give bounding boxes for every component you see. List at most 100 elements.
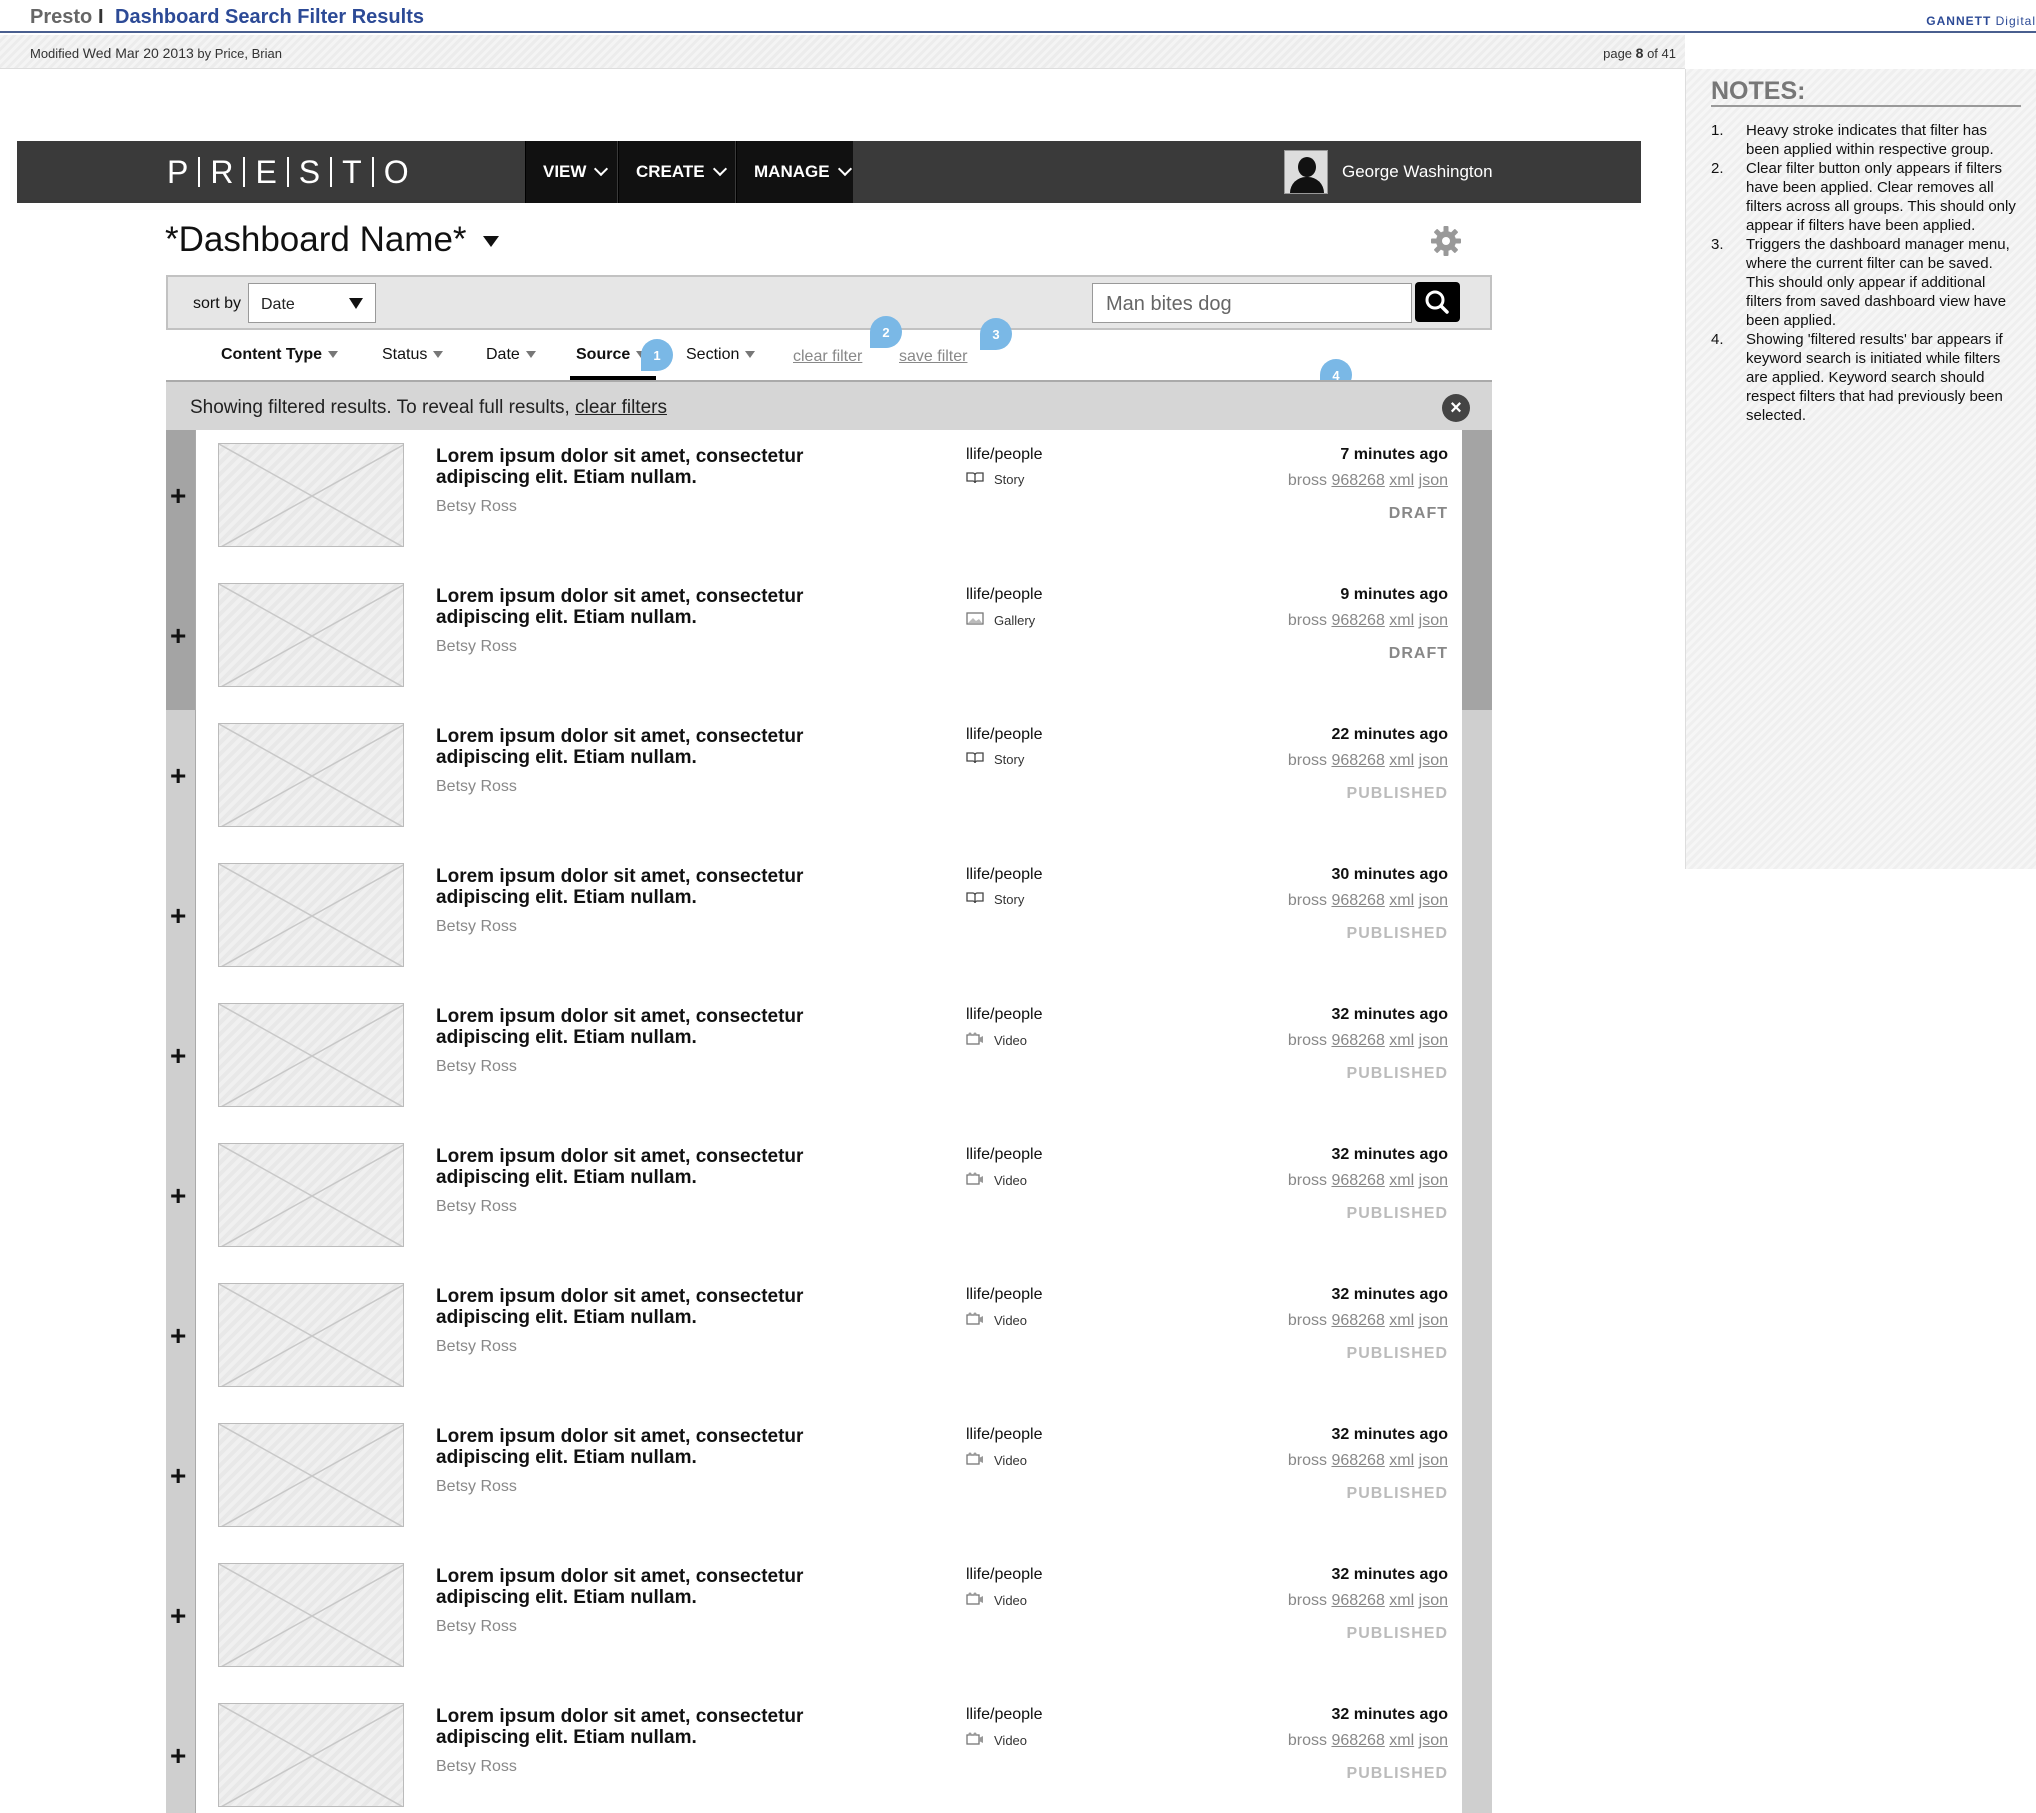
list-item[interactable]: + Lorem ipsum dolor sit amet, consectetu…: [166, 1690, 1492, 1813]
plus-icon[interactable]: +: [170, 1040, 186, 1072]
item-card[interactable]: Lorem ipsum dolor sit amet, consectetur …: [196, 1130, 1462, 1270]
json-link[interactable]: json: [1419, 472, 1448, 489]
item-id-link[interactable]: 968268: [1331, 1452, 1384, 1469]
plus-icon[interactable]: +: [170, 1460, 186, 1492]
row-handle[interactable]: +: [166, 1550, 196, 1690]
list-item[interactable]: + Lorem ipsum dolor sit amet, consectetu…: [166, 430, 1492, 570]
row-handle[interactable]: +: [166, 570, 196, 710]
dashboard-name-dropdown[interactable]: *Dashboard Name*: [165, 220, 499, 260]
sort-select[interactable]: Date: [248, 283, 376, 323]
plus-icon[interactable]: +: [170, 1180, 186, 1212]
item-card[interactable]: Lorem ipsum dolor sit amet, consectetur …: [196, 850, 1462, 990]
xml-link[interactable]: xml: [1389, 1452, 1414, 1469]
item-headline[interactable]: Lorem ipsum dolor sit amet, consectetur …: [436, 1006, 866, 1048]
item-headline[interactable]: Lorem ipsum dolor sit amet, consectetur …: [436, 446, 866, 488]
item-id-link[interactable]: 968268: [1331, 612, 1384, 629]
item-headline[interactable]: Lorem ipsum dolor sit amet, consectetur …: [436, 586, 866, 628]
item-card[interactable]: Lorem ipsum dolor sit amet, consectetur …: [196, 430, 1462, 570]
filter-date[interactable]: Date: [486, 346, 536, 364]
list-item[interactable]: + Lorem ipsum dolor sit amet, consectetu…: [166, 1270, 1492, 1410]
filter-source[interactable]: Source: [569, 346, 657, 380]
filter-content-type[interactable]: Content Type: [221, 346, 339, 364]
item-id-link[interactable]: 968268: [1331, 1172, 1384, 1189]
close-icon[interactable]: ×: [1442, 394, 1470, 422]
item-headline[interactable]: Lorem ipsum dolor sit amet, consectetur …: [436, 1426, 866, 1468]
list-item[interactable]: + Lorem ipsum dolor sit amet, consectetu…: [166, 570, 1492, 710]
xml-link[interactable]: xml: [1389, 472, 1414, 489]
json-link[interactable]: json: [1419, 752, 1448, 769]
item-id-link[interactable]: 968268: [1331, 472, 1384, 489]
filter-section[interactable]: Section: [686, 346, 756, 364]
item-id-link[interactable]: 968268: [1331, 752, 1384, 769]
json-link[interactable]: json: [1419, 1032, 1448, 1049]
item-card[interactable]: Lorem ipsum dolor sit amet, consectetur …: [196, 1270, 1462, 1410]
plus-icon[interactable]: +: [170, 620, 186, 652]
row-handle[interactable]: +: [166, 710, 196, 850]
item-headline[interactable]: Lorem ipsum dolor sit amet, consectetur …: [436, 1706, 866, 1748]
item-id-link[interactable]: 968268: [1331, 892, 1384, 909]
list-item[interactable]: + Lorem ipsum dolor sit amet, consectetu…: [166, 1410, 1492, 1550]
row-handle[interactable]: +: [166, 1270, 196, 1410]
plus-icon[interactable]: +: [170, 1600, 186, 1632]
item-card[interactable]: Lorem ipsum dolor sit amet, consectetur …: [196, 1410, 1462, 1550]
search-input[interactable]: Man bites dog: [1092, 283, 1412, 323]
list-item[interactable]: + Lorem ipsum dolor sit amet, consectetu…: [166, 1130, 1492, 1270]
xml-link[interactable]: xml: [1389, 1732, 1414, 1749]
item-card[interactable]: Lorem ipsum dolor sit amet, consectetur …: [196, 710, 1462, 850]
row-handle[interactable]: +: [166, 1410, 196, 1550]
item-headline[interactable]: Lorem ipsum dolor sit amet, consectetur …: [436, 726, 866, 768]
xml-link[interactable]: xml: [1389, 612, 1414, 629]
item-headline[interactable]: Lorem ipsum dolor sit amet, consectetur …: [436, 1286, 866, 1328]
json-link[interactable]: json: [1419, 1452, 1448, 1469]
xml-link[interactable]: xml: [1389, 752, 1414, 769]
json-link[interactable]: json: [1419, 1172, 1448, 1189]
row-handle[interactable]: +: [166, 850, 196, 990]
clear-filters-link[interactable]: clear filters: [575, 397, 667, 418]
item-id-link[interactable]: 968268: [1331, 1732, 1384, 1749]
xml-link[interactable]: xml: [1389, 1312, 1414, 1329]
xml-link[interactable]: xml: [1389, 1592, 1414, 1609]
item-headline[interactable]: Lorem ipsum dolor sit amet, consectetur …: [436, 1146, 866, 1188]
plus-icon[interactable]: +: [170, 480, 186, 512]
item-id-link[interactable]: 968268: [1331, 1592, 1384, 1609]
nav-view-menu[interactable]: VIEW: [525, 141, 617, 203]
row-handle[interactable]: +: [166, 1690, 196, 1813]
list-item[interactable]: + Lorem ipsum dolor sit amet, consectetu…: [166, 710, 1492, 850]
json-link[interactable]: json: [1419, 1312, 1448, 1329]
item-card[interactable]: Lorem ipsum dolor sit amet, consectetur …: [196, 1550, 1462, 1690]
item-headline[interactable]: Lorem ipsum dolor sit amet, consectetur …: [436, 866, 866, 908]
thumbnail-placeholder: [218, 443, 404, 547]
item-id-link[interactable]: 968268: [1331, 1312, 1384, 1329]
xml-link[interactable]: xml: [1389, 1172, 1414, 1189]
json-link[interactable]: json: [1419, 1732, 1448, 1749]
json-link[interactable]: json: [1419, 612, 1448, 629]
json-link[interactable]: json: [1419, 1592, 1448, 1609]
user-menu[interactable]: George Washington: [1284, 150, 1493, 194]
json-link[interactable]: json: [1419, 892, 1448, 909]
item-card[interactable]: Lorem ipsum dolor sit amet, consectetur …: [196, 570, 1462, 710]
row-handle[interactable]: +: [166, 990, 196, 1130]
xml-link[interactable]: xml: [1389, 892, 1414, 909]
nav-create-menu[interactable]: CREATE: [618, 141, 735, 203]
plus-icon[interactable]: +: [170, 760, 186, 792]
search-button[interactable]: [1415, 282, 1460, 322]
list-item[interactable]: + Lorem ipsum dolor sit amet, consectetu…: [166, 1550, 1492, 1690]
list-item[interactable]: + Lorem ipsum dolor sit amet, consectetu…: [166, 990, 1492, 1130]
plus-icon[interactable]: +: [170, 900, 186, 932]
clear-filter-link[interactable]: clear filter: [793, 348, 862, 366]
nav-manage-menu[interactable]: MANAGE: [736, 141, 853, 203]
filter-status[interactable]: Status: [382, 346, 444, 364]
item-id-link[interactable]: 968268: [1331, 1032, 1384, 1049]
item-card[interactable]: Lorem ipsum dolor sit amet, consectetur …: [196, 990, 1462, 1130]
row-handle[interactable]: +: [166, 430, 196, 570]
presto-logo[interactable]: PRESTO: [167, 154, 409, 190]
item-card[interactable]: Lorem ipsum dolor sit amet, consectetur …: [196, 1690, 1462, 1813]
save-filter-link[interactable]: save filter: [899, 348, 967, 366]
row-handle[interactable]: +: [166, 1130, 196, 1270]
list-item[interactable]: + Lorem ipsum dolor sit amet, consectetu…: [166, 850, 1492, 990]
plus-icon[interactable]: +: [170, 1320, 186, 1352]
plus-icon[interactable]: +: [170, 1740, 186, 1772]
xml-link[interactable]: xml: [1389, 1032, 1414, 1049]
gear-icon[interactable]: [1430, 225, 1462, 257]
item-headline[interactable]: Lorem ipsum dolor sit amet, consectetur …: [436, 1566, 866, 1608]
